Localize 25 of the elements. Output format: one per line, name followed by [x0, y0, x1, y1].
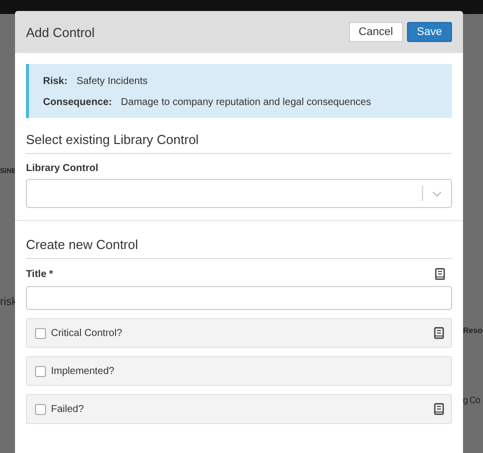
cancel-button[interactable]: Cancel	[348, 22, 403, 42]
section-heading: Create new Control	[26, 237, 139, 252]
checkbox[interactable]	[35, 328, 46, 338]
book-icon[interactable]	[435, 268, 445, 280]
checkbox[interactable]	[35, 366, 46, 376]
checkbox-label: Critical Control?	[51, 328, 124, 338]
background-text: Reso	[463, 326, 483, 335]
checkbox-label: Implemented?	[51, 366, 116, 376]
info-value: Safety Incidents	[76, 76, 148, 87]
chevron-down-icon	[432, 190, 442, 196]
checkbox-label: Failed?	[51, 404, 85, 414]
section-heading: Select existing Library Control	[26, 132, 200, 147]
book-icon[interactable]	[434, 327, 444, 339]
dialog-title: Add Control	[26, 24, 95, 40]
info-value: Damage to company reputation and legal consequences	[120, 97, 372, 108]
checkbox[interactable]	[35, 404, 46, 414]
info-label: Consequence:	[43, 97, 112, 108]
background-text: g Co	[463, 395, 480, 405]
save-button[interactable]: Save	[406, 22, 452, 42]
title-input[interactable]	[26, 286, 452, 310]
book-icon[interactable]	[434, 403, 444, 415]
info-label: Risk:	[43, 76, 68, 87]
library-control-select[interactable]	[26, 179, 452, 208]
field-label: Title *	[26, 268, 54, 280]
field-label: Library Control	[26, 163, 100, 174]
